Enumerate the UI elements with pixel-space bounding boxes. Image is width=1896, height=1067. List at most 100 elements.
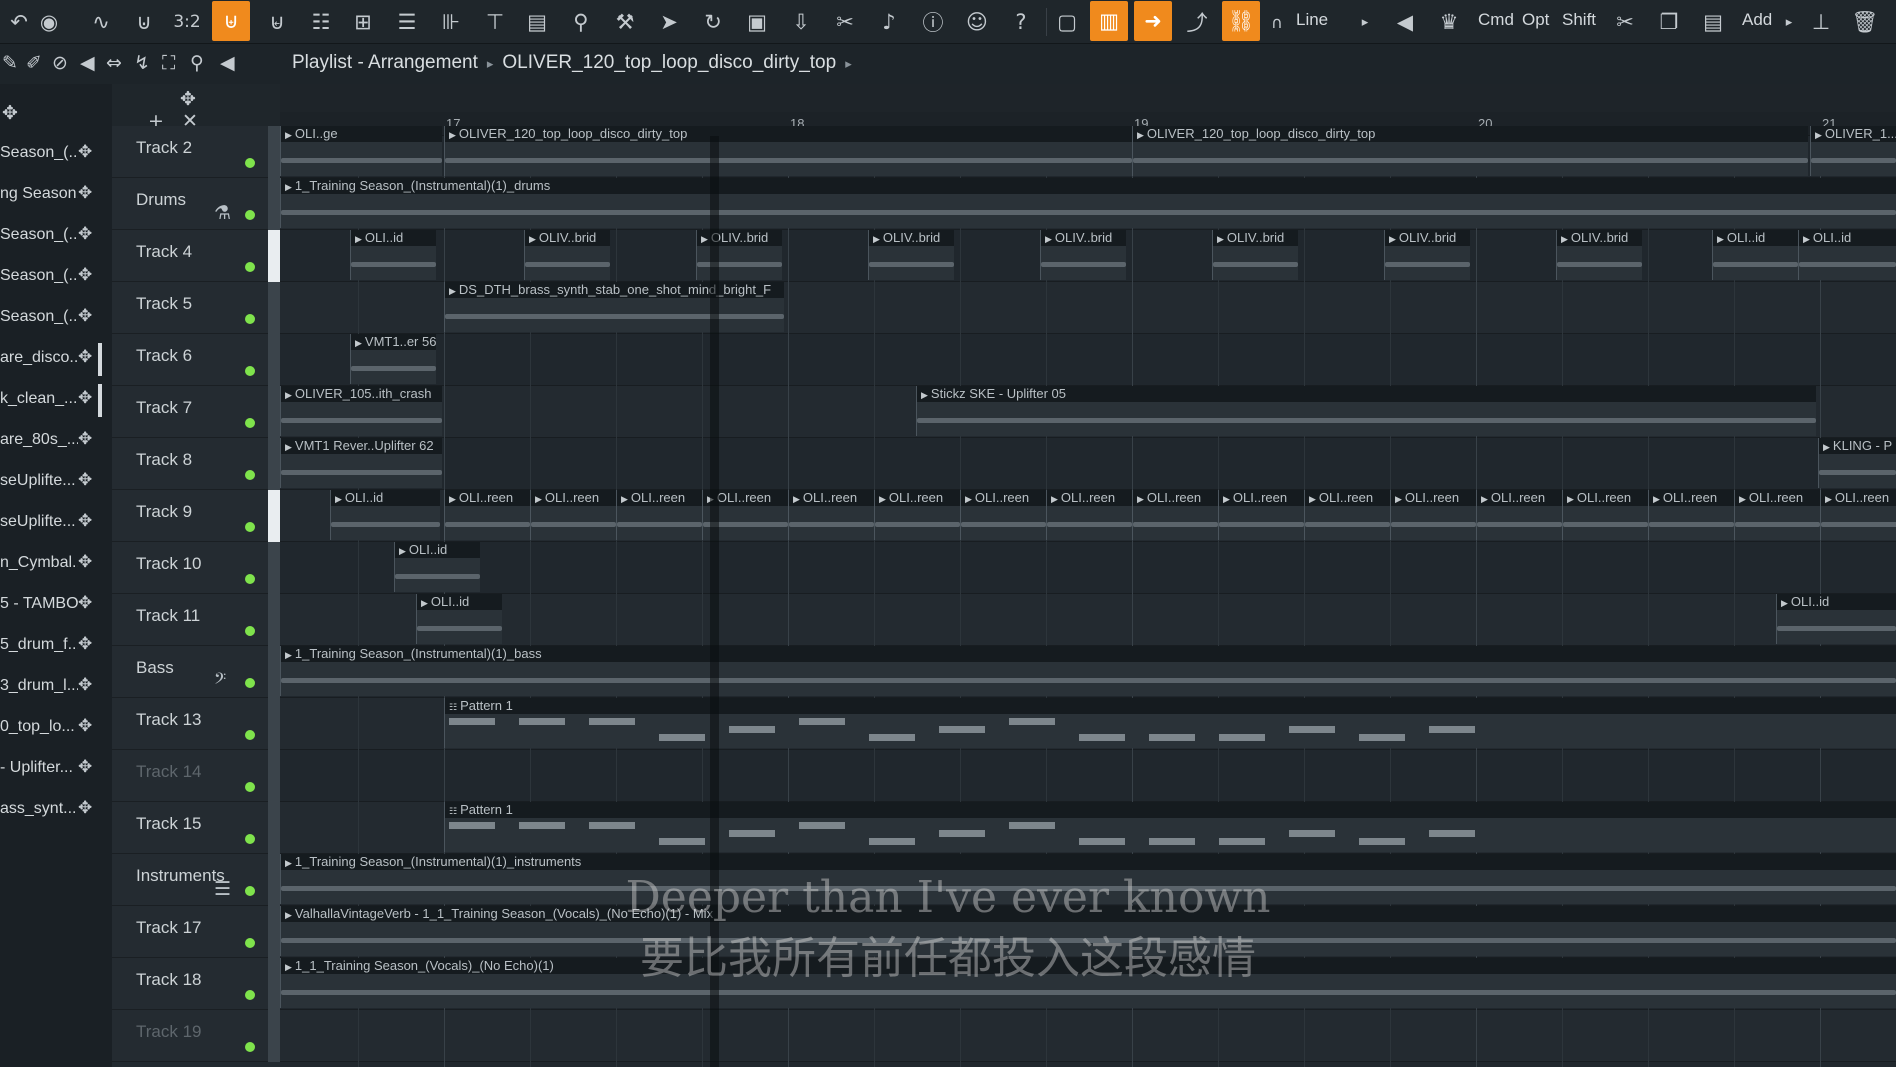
channel-route-icon[interactable]: ✥	[78, 429, 92, 449]
track-active-led[interactable]	[245, 782, 255, 792]
track-color-strip[interactable]	[268, 438, 280, 490]
refresh-icon[interactable]: ↻	[694, 4, 732, 40]
track-header[interactable]: Track 9	[112, 490, 280, 542]
track-color-strip[interactable]	[268, 802, 280, 854]
track-header[interactable]: Track 19	[112, 1010, 280, 1062]
track-active-led[interactable]	[245, 574, 255, 584]
track-active-led[interactable]	[245, 262, 255, 272]
audio-clip[interactable]: ▶ OLI..id	[1712, 230, 1798, 280]
audio-clip[interactable]: ▶ OLI..id	[416, 594, 502, 644]
channel-row[interactable]: seUplifte... ✥	[0, 503, 112, 544]
link-chain-icon[interactable]: ⛓	[1222, 1, 1260, 41]
channel-row[interactable]: Season_(... ✥	[0, 216, 112, 257]
channel-row[interactable]: n_Cymbal... ✥	[0, 544, 112, 585]
audio-clip[interactable]: ▶OLI..reen	[1132, 490, 1218, 540]
delete-tool-icon[interactable]: ⊘	[52, 52, 68, 74]
channel-route-icon[interactable]: ✥	[78, 593, 92, 613]
track-active-led[interactable]	[245, 990, 255, 1000]
zoom-icon[interactable]: ⚲	[190, 52, 204, 74]
channel-route-icon[interactable]: ✥	[78, 798, 92, 818]
audio-clip[interactable]: ▶ Stickz SKE - Uplifter 05	[916, 386, 1816, 436]
cmd-modifier[interactable]: Cmd	[1478, 10, 1514, 30]
track-active-led[interactable]	[245, 158, 255, 168]
move-icon[interactable]: ✥	[2, 102, 18, 124]
channel-route-icon[interactable]: ✥	[78, 716, 92, 736]
snap-value[interactable]: Line	[1296, 10, 1328, 30]
audio-clip[interactable]: ▶OLI..reen	[530, 490, 616, 540]
audio-clip[interactable]: ▶ OLI..id	[1798, 230, 1896, 280]
audio-clip[interactable]: ▶OLIV..brid	[1040, 230, 1126, 280]
track-color-strip[interactable]	[268, 646, 280, 698]
track-header[interactable]: Track 6	[112, 334, 280, 386]
channel-row[interactable]: 5_drum_f... ✥	[0, 626, 112, 667]
channel-route-icon[interactable]: ✥	[78, 306, 92, 326]
track-active-led[interactable]	[245, 470, 255, 480]
question-icon[interactable]: ?	[1002, 4, 1040, 40]
track-lane[interactable]	[280, 1010, 1896, 1062]
audio-clip[interactable]: ▶OLI..reen	[616, 490, 702, 540]
audio-clip[interactable]: ▶ OLI..ge	[280, 126, 442, 176]
audio-clip[interactable]: ▶ VMT1..er 56	[350, 334, 436, 384]
channel-row[interactable]: - Uplifter... ✥	[0, 749, 112, 790]
channel-route-icon[interactable]: ✥	[78, 552, 92, 572]
track-color-strip[interactable]	[268, 490, 280, 542]
piano-roll-icon[interactable]: ⊞	[344, 4, 382, 40]
cut-scissors-icon[interactable]: ✂	[826, 4, 864, 40]
channel-rack-icon[interactable]: ☰	[388, 4, 426, 40]
audio-clip[interactable]: ▶ OLI..id	[330, 490, 440, 540]
audio-clip[interactable]: ▶OLI..reen	[788, 490, 874, 540]
channel-route-icon[interactable]: ✥	[78, 388, 92, 408]
track-name[interactable]: Track 11	[136, 606, 200, 626]
track-header[interactable]: Track 13	[112, 698, 280, 750]
magnet-icon[interactable]: ∩	[1258, 4, 1296, 40]
typing-piano-icon[interactable]: ▥	[1090, 1, 1128, 41]
waveform-icon[interactable]: ∿	[82, 4, 120, 40]
track-color-strip[interactable]	[268, 126, 280, 178]
mixer-icon[interactable]: ☷	[302, 4, 340, 40]
audio-clip[interactable]: ▶ OLIVER_120_top_loop_disco_dirty_top	[1132, 126, 1808, 176]
add-menu[interactable]: Add	[1742, 10, 1772, 30]
track-header[interactable]: Track 7	[112, 386, 280, 438]
audio-clip[interactable]: ▶OLI..reen	[874, 490, 960, 540]
track-active-led[interactable]	[245, 314, 255, 324]
paint-brush-icon[interactable]: ✐	[26, 52, 42, 74]
pattern-clip[interactable]: ☷ Pattern 1	[444, 698, 1896, 748]
audio-clip[interactable]: ▶OLIV..brid	[1212, 230, 1298, 280]
channel-route-icon[interactable]: ✥	[78, 634, 92, 654]
window-icon[interactable]: ▢	[1048, 4, 1086, 40]
audio-clip[interactable]: ▶ OLI..id	[1776, 594, 1896, 644]
save-icon[interactable]: ▣	[738, 4, 776, 40]
track-lane[interactable]	[280, 594, 1896, 646]
track-name[interactable]: Track 13	[136, 710, 202, 730]
track-header[interactable]: Track 8	[112, 438, 280, 490]
track-active-led[interactable]	[245, 834, 255, 844]
audio-clip[interactable]: ▶ OLI..id	[350, 230, 436, 280]
channel-route-icon[interactable]: ✥	[78, 347, 92, 367]
slice-tool-icon[interactable]: ↯	[134, 52, 150, 74]
mute-tool-icon[interactable]: ◀	[80, 52, 95, 74]
browser-tree-icon[interactable]: ⊤	[476, 4, 514, 40]
channel-row[interactable]: 0_top_lo... ✥	[0, 708, 112, 749]
export-icon[interactable]: ⇩	[782, 4, 820, 40]
track-name[interactable]: Track 4	[136, 242, 192, 262]
track-name[interactable]: Track 5	[136, 294, 192, 314]
record-knob-icon[interactable]: ◉	[30, 4, 68, 40]
channel-route-icon[interactable]: ✥	[78, 757, 92, 777]
track-lane[interactable]	[280, 438, 1896, 490]
speaker-mute-icon[interactable]: ◀	[1386, 4, 1424, 40]
breadcrumb-view[interactable]: Playlist - Arrangement	[292, 52, 478, 73]
microphone-icon[interactable]: ♪	[870, 4, 908, 40]
audio-clip[interactable]: ▶OLI..reen	[1390, 490, 1476, 540]
channel-row[interactable]: 3_drum_l... ✥	[0, 667, 112, 708]
track-active-led[interactable]	[245, 210, 255, 220]
audio-clip[interactable]: ▶OLIV..brid	[696, 230, 782, 280]
track-name[interactable]: Track 8	[136, 450, 192, 470]
track-color-strip[interactable]	[268, 542, 280, 594]
audio-clip[interactable]: ▶ OLIVER_1...	[1810, 126, 1896, 176]
channel-row[interactable]: seUplifte... ✥	[0, 462, 112, 503]
track-color-strip[interactable]	[268, 1010, 280, 1062]
channel-route-icon[interactable]: ✥	[78, 142, 92, 162]
audio-clip[interactable]: ▶OLIV..brid	[1556, 230, 1642, 280]
slide-icon[interactable]: ⤴	[1178, 4, 1216, 40]
metronome-icon[interactable]: ⊍	[125, 4, 163, 40]
